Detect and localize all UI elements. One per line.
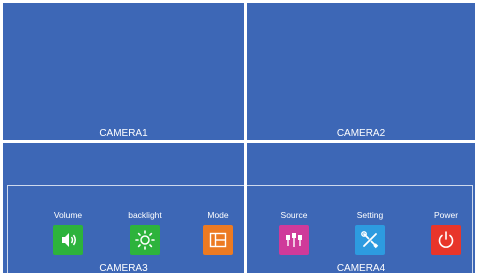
power-label: Power — [433, 210, 459, 220]
camera-monitor-screen: CAMERA1 CAMERA2 CAMERA3 CAMERA4 Volume b… — [0, 0, 477, 275]
power-button[interactable]: Power — [416, 209, 476, 255]
backlight-label: backlight — [128, 210, 162, 220]
power-icon — [431, 225, 461, 255]
setting-button[interactable]: Setting — [340, 209, 400, 255]
backlight-button[interactable]: backlight — [115, 209, 175, 255]
camera2-view[interactable]: CAMERA2 — [247, 3, 475, 140]
camera1-view[interactable]: CAMERA1 — [3, 3, 244, 140]
brightness-icon — [130, 225, 160, 255]
layout-icon — [203, 225, 233, 255]
volume-label: Volume — [53, 210, 83, 220]
plug-icon — [279, 225, 309, 255]
camera2-label: CAMERA2 — [336, 128, 386, 139]
volume-button[interactable]: Volume — [38, 209, 98, 255]
source-button[interactable]: Source — [264, 209, 324, 255]
setting-label: Setting — [356, 210, 384, 220]
mode-label: Mode — [207, 210, 229, 220]
source-label: Source — [280, 210, 308, 220]
tools-icon — [355, 225, 385, 255]
speaker-icon — [53, 225, 83, 255]
mode-button[interactable]: Mode — [188, 209, 248, 255]
camera1-label: CAMERA1 — [99, 128, 148, 139]
